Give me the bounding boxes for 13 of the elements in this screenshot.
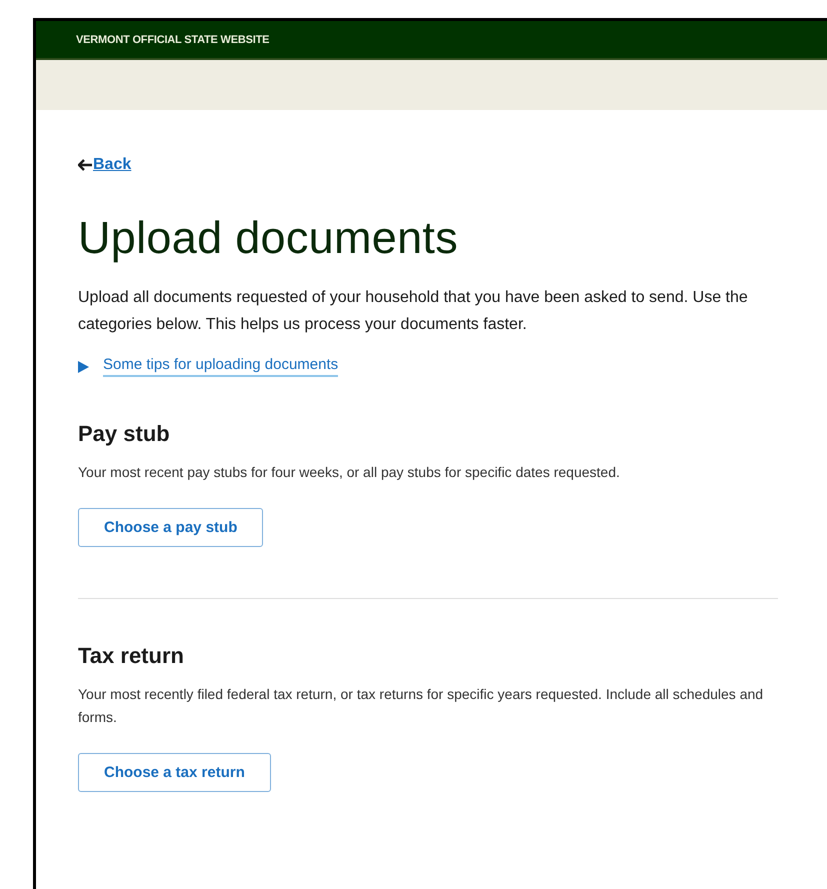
intro-paragraph: Upload all documents requested of your household that you have been asked to send. Use the categories below. This helps us process your documents faster. — [78, 288, 749, 335]
site-banner-title: VERMONT OFFICIAL STATE WEBSITE — [76, 34, 270, 46]
back-link[interactable]: Back — [93, 156, 132, 174]
page-heading: Upload documents — [78, 212, 460, 264]
back-arrow-icon — [78, 159, 92, 171]
tips-disclosure-link[interactable]: Some tips for uploading documents — [103, 356, 338, 377]
section-heading: Pay stub — [78, 421, 171, 447]
section-heading: Tax return — [78, 643, 185, 669]
choose-file-button[interactable]: Choose a tax return — [78, 753, 271, 792]
section-description: Your most recently filed federal tax return, or tax returns for specific years requested. Include all schedules and forms. — [78, 685, 764, 727]
choose-file-button[interactable]: Choose a pay stub — [78, 508, 264, 547]
section-description: Your most recent pay stubs for four weeks, or all pay stubs for specific dates requested. — [78, 463, 621, 482]
disclosure-triangle-icon[interactable] — [78, 360, 89, 372]
